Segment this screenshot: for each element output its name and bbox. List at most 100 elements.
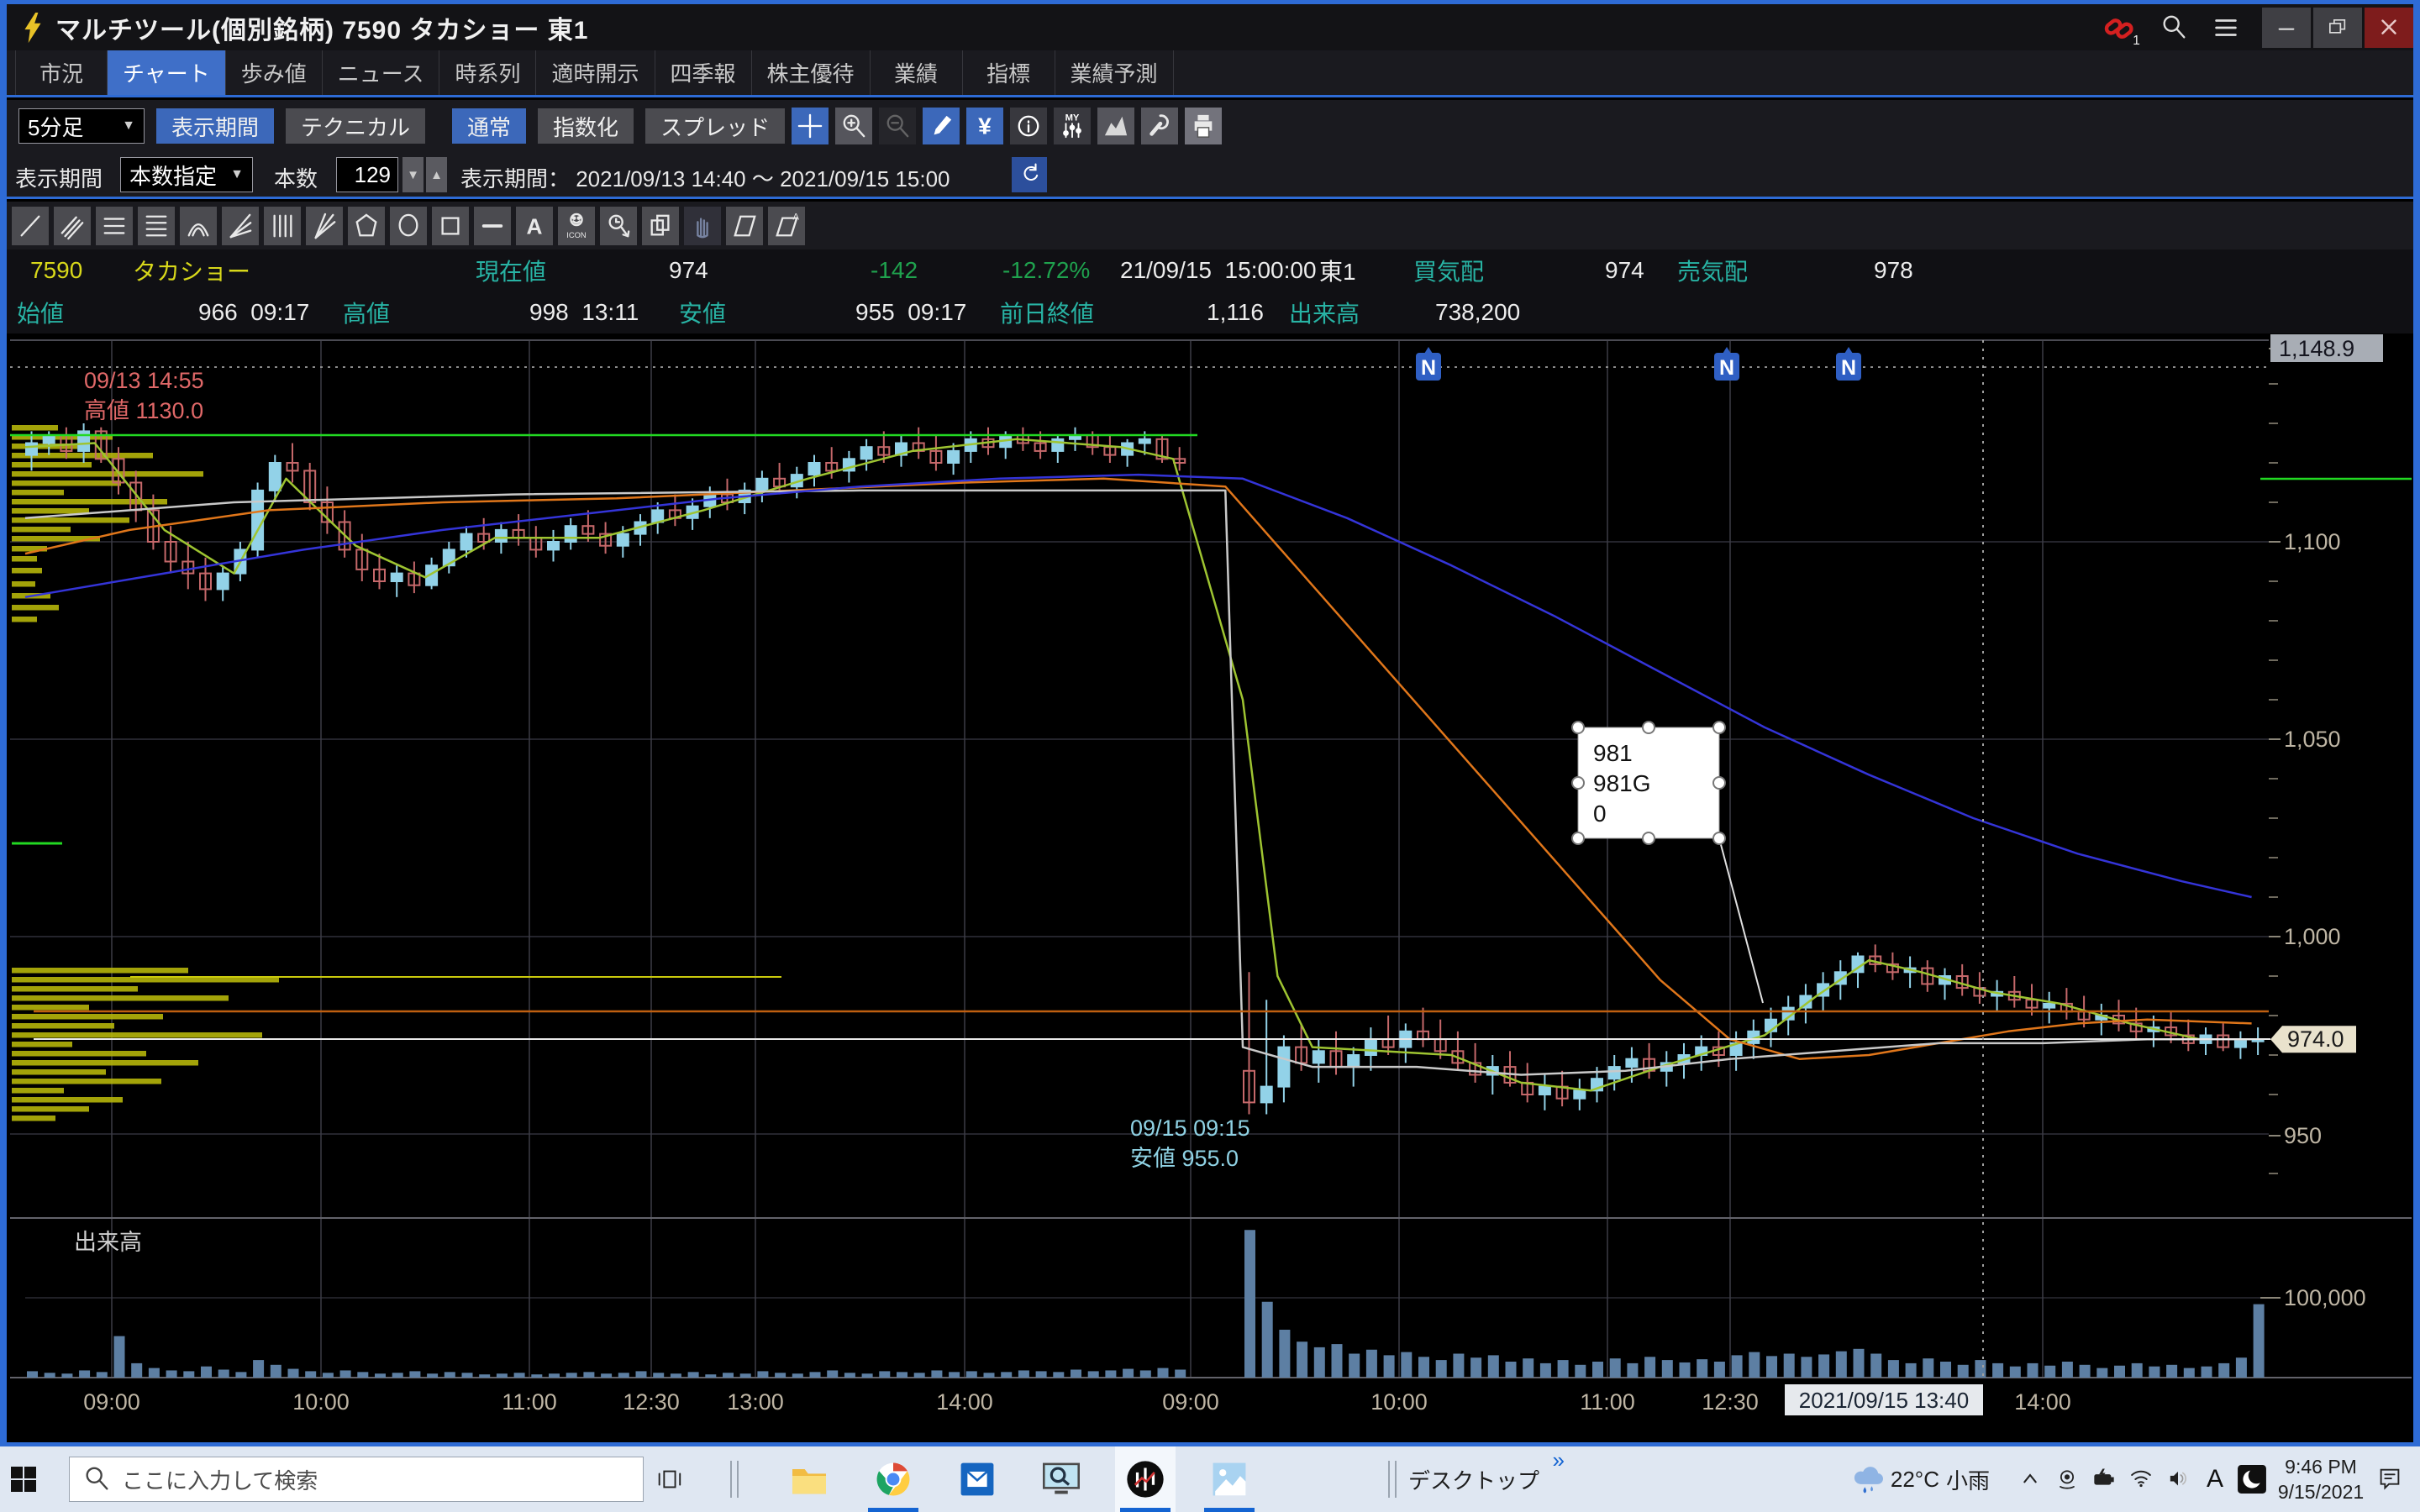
price-volume-chart[interactable]: NNN1,148.91,1001,0501,000950974.0100,000… [0, 333, 2420, 1442]
restore-button[interactable] [2313, 8, 2362, 48]
tab-株主優待[interactable]: 株主優待 [752, 50, 871, 95]
note-selection-handle[interactable] [1713, 832, 1725, 844]
crosshair-icon[interactable] [792, 108, 829, 144]
tab-四季報[interactable]: 四季報 [655, 50, 752, 95]
quad-lines-icon[interactable] [138, 207, 175, 245]
note-selection-handle[interactable] [1572, 777, 1584, 789]
chevron-up-icon[interactable] [2012, 1454, 2049, 1504]
trading-app-icon[interactable] [1115, 1446, 1176, 1512]
photos-icon[interactable] [1199, 1446, 1260, 1512]
tab-指標[interactable]: 指標 [963, 50, 1055, 95]
weather-temp[interactable]: 22°C [1891, 1467, 1939, 1493]
menu-icon[interactable] [2207, 9, 2244, 46]
chrome-icon[interactable] [863, 1446, 923, 1512]
mail-icon[interactable] [947, 1446, 1007, 1512]
angle-lines-icon[interactable] [306, 207, 343, 245]
start-button[interactable] [0, 1446, 47, 1512]
desktop-toolbar-label[interactable]: デスクトップ [1408, 1464, 1539, 1495]
tab-時系列[interactable]: 時系列 [439, 50, 536, 95]
minimize-button[interactable] [2262, 8, 2311, 48]
bar-count-input[interactable]: 129 [336, 157, 398, 192]
search-icon[interactable] [2155, 9, 2192, 46]
note-selection-handle[interactable] [1572, 832, 1584, 844]
toolbar-button-指数化[interactable]: 指数化 [538, 108, 634, 144]
time-cycle-icon[interactable] [600, 207, 637, 245]
tab-業績[interactable]: 業績 [871, 50, 963, 95]
ime-moon-icon[interactable] [2233, 1454, 2270, 1504]
toolbar-button-スプレッド[interactable]: スプレッド [645, 108, 785, 144]
note-box[interactable]: 981981G0 [1578, 727, 1719, 838]
note-selection-handle[interactable] [1643, 722, 1655, 733]
printer-icon[interactable] [1185, 108, 1222, 144]
fib-lines-icon[interactable] [96, 207, 133, 245]
stamp-icon[interactable]: ICON [558, 207, 595, 245]
tab-ニュース[interactable]: ニュース [323, 50, 440, 95]
tab-市況[interactable]: 市況 [15, 50, 108, 95]
desktop-toolbar-expand[interactable]: » [1553, 1447, 1565, 1473]
tab-業績予測[interactable]: 業績予測 [1055, 50, 1174, 95]
my-settings-icon[interactable]: MY [1054, 108, 1091, 144]
close-button[interactable] [2365, 8, 2413, 48]
battery-icon[interactable] [2086, 1454, 2123, 1504]
note-selection-handle[interactable] [1643, 832, 1655, 844]
histogram-icon[interactable] [1097, 108, 1134, 144]
parallel-line-icon[interactable] [54, 207, 91, 245]
wifi-icon[interactable] [2123, 1454, 2160, 1504]
ellipse-icon[interactable] [390, 207, 427, 245]
rectangle-icon[interactable] [432, 207, 469, 245]
wrench-icon[interactable] [1141, 108, 1178, 144]
speaker-icon[interactable] [2160, 1454, 2196, 1504]
zoom-out-icon[interactable] [879, 108, 916, 144]
tab-チャート[interactable]: チャート [108, 50, 226, 95]
news-marker[interactable]: N [1714, 347, 1739, 381]
range-mode-select[interactable]: 本数指定▼ [120, 157, 253, 192]
chart-area[interactable]: NNN1,148.91,1001,0501,000950974.0100,000… [0, 333, 2420, 1442]
copy-icon[interactable] [642, 207, 679, 245]
news-marker[interactable]: N [1836, 347, 1861, 381]
info-icon[interactable] [1010, 108, 1047, 144]
taskbar-clock[interactable]: 9:46 PM 9/15/2021 [2270, 1454, 2371, 1504]
pc-search-icon[interactable] [1031, 1446, 1092, 1512]
pencil-icon[interactable] [923, 108, 960, 144]
weather-desc[interactable]: 小雨 [1946, 1464, 1990, 1495]
arc-icon[interactable] [180, 207, 217, 245]
note-selection-handle[interactable] [1572, 722, 1584, 733]
news-marker[interactable]: N [1416, 347, 1441, 381]
weather-icon[interactable] [1847, 1454, 1891, 1504]
drag-icon[interactable] [684, 207, 721, 245]
trendline-icon[interactable] [12, 207, 49, 245]
tab-適時開示[interactable]: 適時開示 [536, 50, 655, 95]
timeframe-select[interactable]: 5分足▼ [18, 108, 145, 144]
reset-range-button[interactable] [1012, 157, 1047, 192]
desktop-toolbar-handle[interactable] [1388, 1461, 1390, 1498]
volume-profile-bar [12, 1014, 163, 1020]
vertical-lines-icon[interactable] [264, 207, 301, 245]
segment-icon[interactable] [474, 207, 511, 245]
count-increase-button[interactable]: ▲ [426, 157, 447, 192]
note-selection-handle[interactable] [1713, 777, 1725, 789]
note-selection-handle[interactable] [1713, 722, 1725, 733]
task-view-button[interactable] [644, 1446, 694, 1512]
notification-center-icon[interactable] [2371, 1454, 2408, 1504]
taskbar-search-input[interactable]: ここに入力して検索 [69, 1457, 644, 1502]
explorer-icon[interactable] [779, 1446, 839, 1512]
camera-icon[interactable] [2049, 1454, 2086, 1504]
polygon-icon[interactable] [348, 207, 385, 245]
toolbar-button-表示期間[interactable]: 表示期間 [156, 108, 274, 144]
tab-歩み値[interactable]: 歩み値 [226, 50, 323, 95]
volume-profile-bar [12, 1116, 55, 1121]
link-icon[interactable]: 1 [2103, 9, 2140, 46]
yen-icon[interactable]: ¥ [966, 108, 1003, 144]
eraser-all-icon[interactable]: A [768, 207, 805, 245]
zoom-in-icon[interactable] [835, 108, 872, 144]
eraser-icon[interactable] [726, 207, 763, 245]
ime-mode-a[interactable]: A [2196, 1454, 2233, 1504]
count-decrease-button[interactable]: ▼ [402, 157, 424, 192]
toolbar-button-通常[interactable]: 通常 [452, 108, 526, 144]
text-icon[interactable]: A [516, 207, 553, 245]
desktop-toolbar-handle[interactable] [1395, 1461, 1397, 1498]
app-bolt-icon [18, 11, 47, 45]
fan-icon[interactable] [222, 207, 259, 245]
toolbar-button-テクニカル[interactable]: テクニカル [286, 108, 425, 144]
svg-text:ICON: ICON [566, 231, 586, 239]
